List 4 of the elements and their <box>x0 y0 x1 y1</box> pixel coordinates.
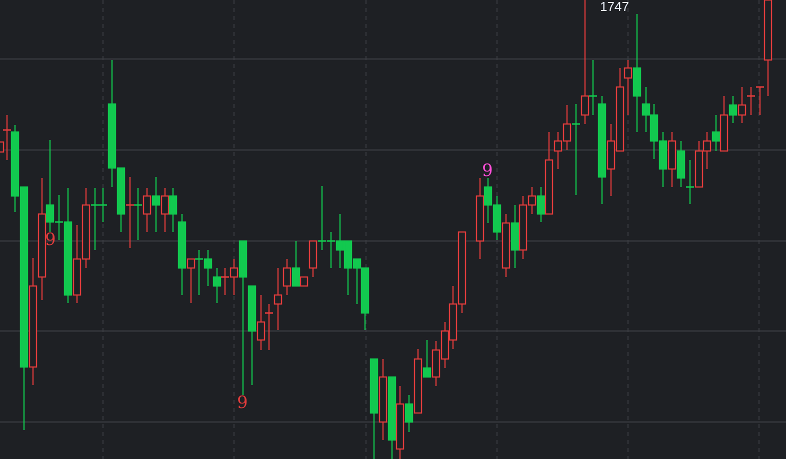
signal-label: 9 <box>237 395 248 412</box>
price-label: 1747 <box>600 0 629 13</box>
signal-label: 9 <box>482 163 493 180</box>
signal-label: 9 <box>45 232 56 249</box>
